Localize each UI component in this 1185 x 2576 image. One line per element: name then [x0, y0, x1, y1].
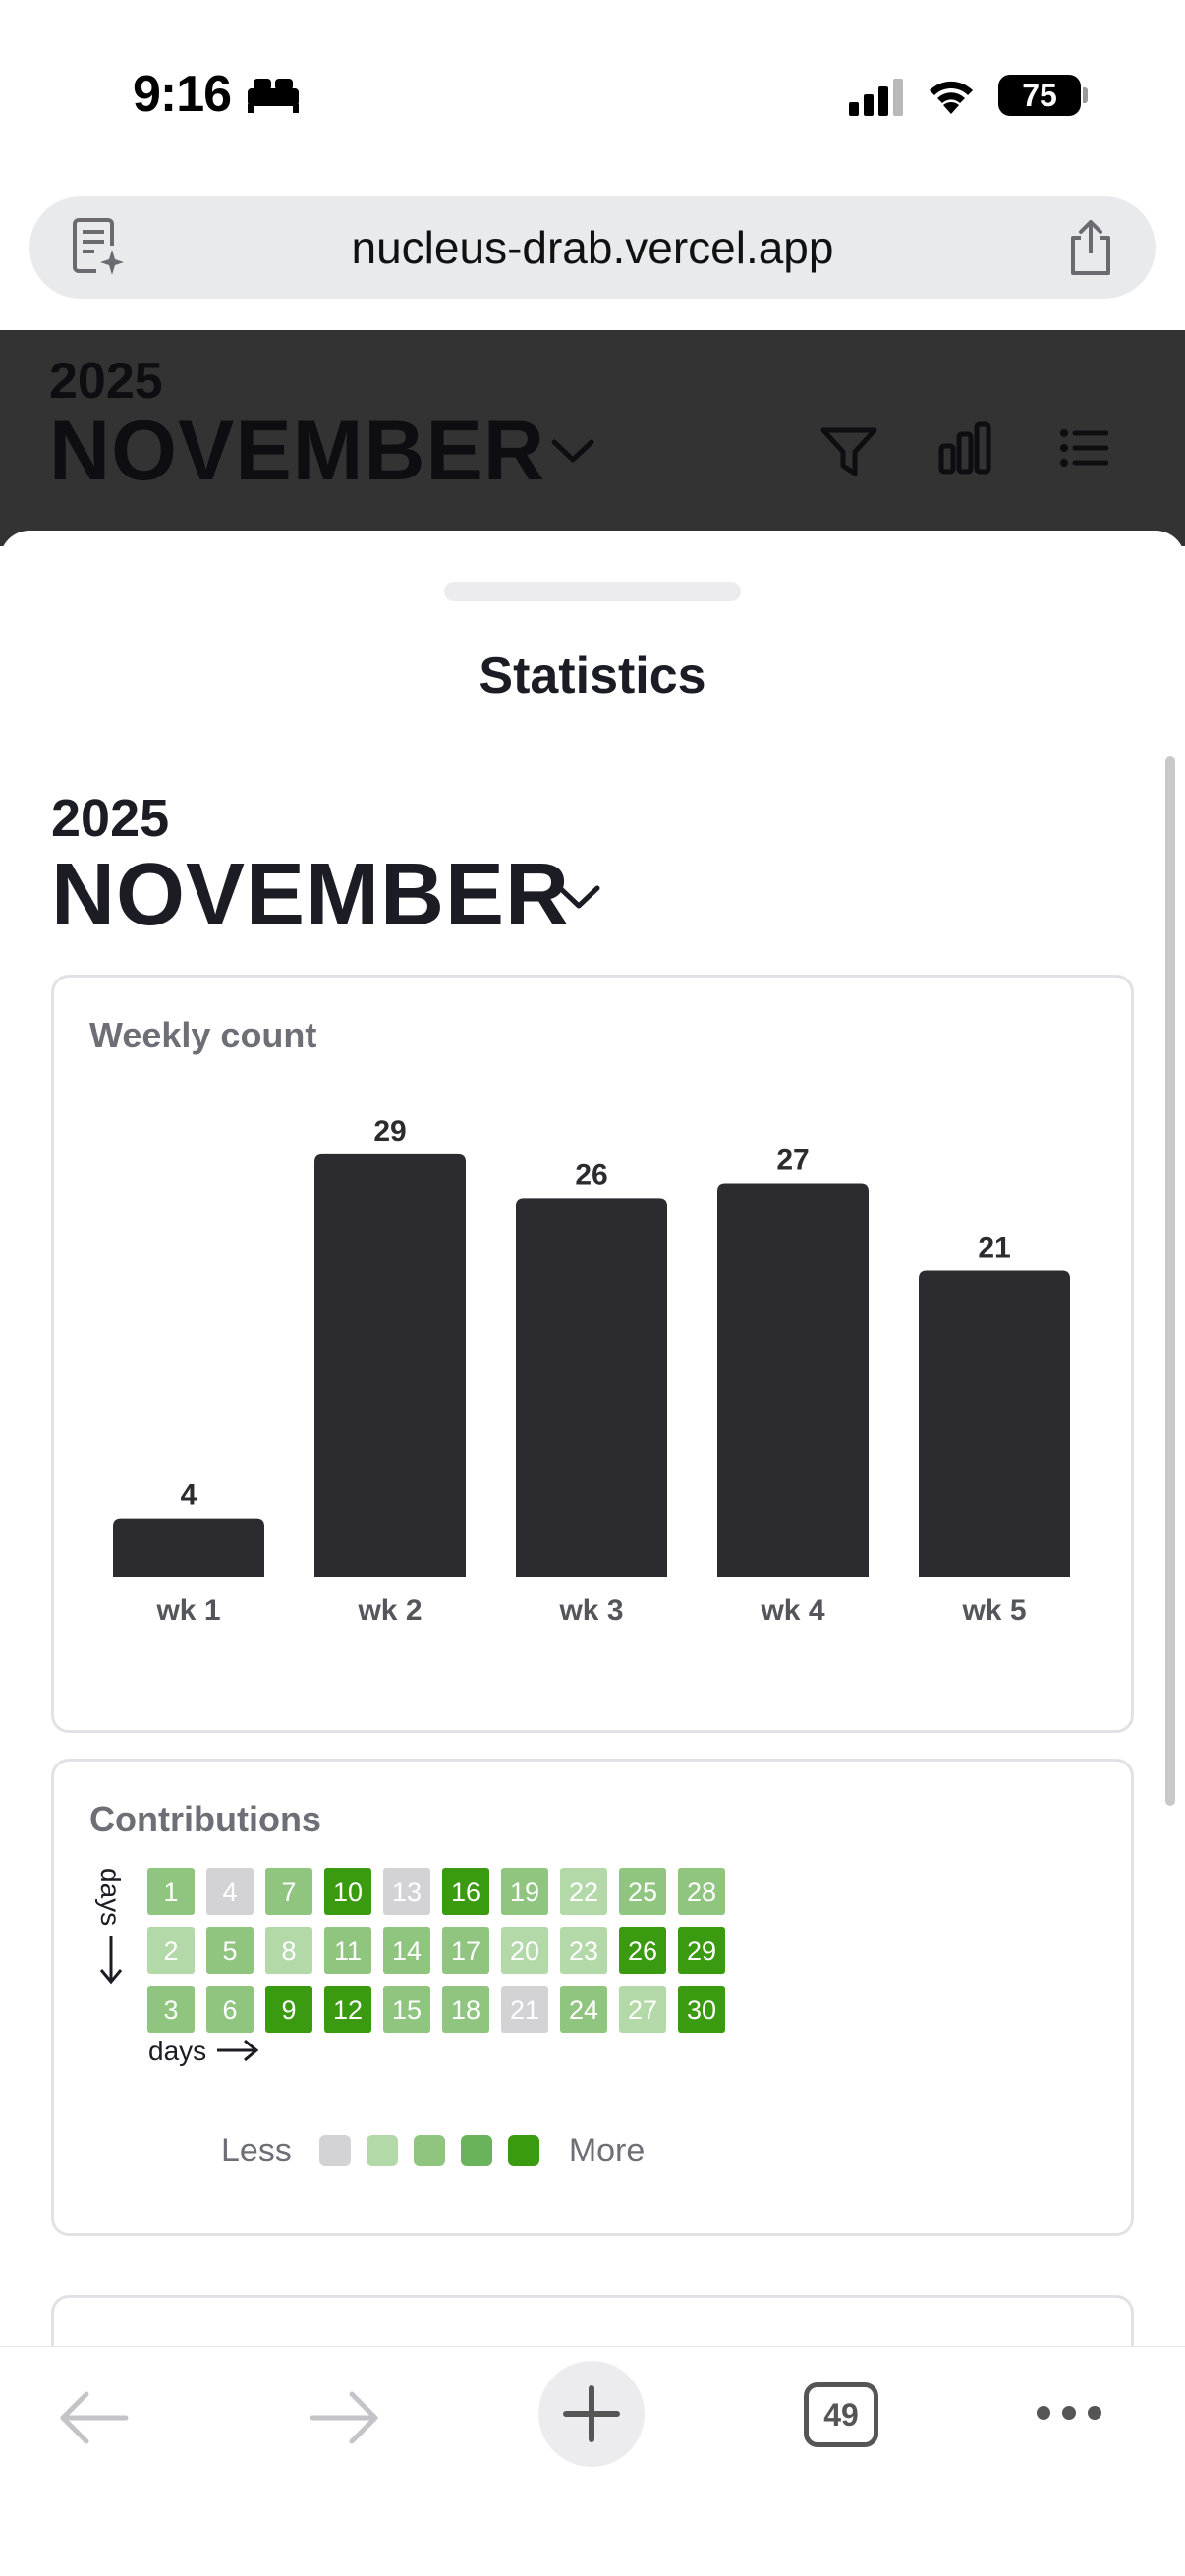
forward-arrow-icon[interactable]	[307, 2388, 381, 2447]
down-arrow-icon	[99, 1936, 123, 1985]
more-icon[interactable]	[1034, 2402, 1104, 2424]
list-icon[interactable]	[1059, 428, 1108, 468]
day-label: 20	[510, 1936, 539, 1966]
bar-value-label: 4	[181, 1480, 198, 1512]
weekly-count-chart: 4 wk 1 29 wk 2 26 wk 3 27 wk 4 21 wk 5	[113, 1115, 1070, 1627]
day-label: 10	[333, 1877, 363, 1907]
day-label: 18	[451, 1995, 480, 2025]
day-label: 3	[163, 1995, 178, 2025]
chevron-down-icon[interactable]	[556, 882, 601, 912]
day-label: 8	[281, 1936, 296, 1966]
legend-more-label: More	[568, 2131, 646, 2169]
contributions-legend: Less More	[221, 2129, 645, 2172]
day-label: 19	[510, 1877, 539, 1907]
y-axis-label: days	[95, 1868, 126, 1926]
day-label: 29	[687, 1936, 716, 1966]
day-label: 5	[222, 1936, 237, 1966]
wifi-icon	[930, 81, 973, 114]
bar-wk-1	[113, 1518, 264, 1577]
day-label: 7	[281, 1877, 296, 1907]
day-label: 16	[451, 1877, 480, 1907]
back-arrow-icon[interactable]	[57, 2388, 132, 2447]
battery-level: 75	[1022, 78, 1057, 113]
legend-swatch-4	[507, 2135, 539, 2166]
chevron-down-icon[interactable]	[550, 436, 595, 466]
day-label: 30	[687, 1995, 716, 2025]
day-label: 6	[222, 1995, 237, 2025]
right-arrow-icon	[217, 2039, 259, 2062]
app-header: 2025 NOVEMBER	[0, 330, 1185, 546]
scrollbar[interactable]	[1165, 756, 1175, 1806]
day-label: 1	[163, 1877, 178, 1907]
url-text[interactable]: nucleus-drab.vercel.app	[29, 196, 1156, 299]
day-label: 24	[569, 1995, 598, 2025]
day-label: 13	[392, 1877, 422, 1907]
legend-swatch-1	[366, 2135, 398, 2166]
next-stats-card	[51, 2295, 1134, 2346]
day-label: 28	[687, 1877, 716, 1907]
day-label: 27	[628, 1995, 657, 2025]
sheet-title: Statistics	[479, 647, 706, 704]
legend-less-label: Less	[221, 2131, 292, 2169]
day-label: 21	[510, 1995, 539, 2025]
sleep-focus-icon	[248, 79, 299, 113]
x-tick-label: wk 3	[558, 1595, 623, 1627]
x-tick-label: wk 2	[357, 1595, 422, 1627]
bar-value-label: 21	[978, 1232, 1010, 1264]
x-tick-label: wk 5	[961, 1595, 1026, 1627]
bar-value-label: 27	[776, 1145, 809, 1177]
day-label: 2	[163, 1936, 178, 1966]
legend-swatches	[318, 2135, 555, 2166]
battery-icon: 75	[998, 75, 1088, 116]
filter-icon[interactable]	[819, 424, 878, 479]
header-month[interactable]: NOVEMBER	[49, 403, 545, 500]
status-time: 9:16	[133, 66, 232, 123]
day-label: 12	[333, 1995, 363, 2025]
day-label: 17	[451, 1936, 480, 1966]
share-icon[interactable]	[1063, 218, 1118, 277]
legend-swatch-0	[318, 2135, 351, 2166]
x-tick-label: wk 4	[760, 1595, 824, 1627]
bar-wk-3	[516, 1198, 667, 1577]
month-selector[interactable]: NOVEMBER	[51, 845, 600, 949]
bar-wk-4	[717, 1183, 869, 1577]
cellular-signal-icon	[849, 79, 903, 116]
statistics-sheet: Statistics 2025 NOVEMBER Weekly count 4w…	[0, 531, 1185, 2346]
x-axis-label: days	[148, 2036, 206, 2066]
header-year: 2025	[49, 353, 163, 410]
contributions-card: Contributions days days 1 2 3 4 5 6 7 8 9 10 11 12 1…	[51, 1759, 1134, 2236]
plus-icon	[563, 2385, 620, 2442]
tabs-button[interactable]: 49	[804, 2382, 878, 2447]
day-label: 23	[569, 1936, 598, 1966]
status-bar: 9:16 75	[0, 0, 1185, 187]
day-label: 4	[222, 1877, 237, 1907]
bar-value-label: 26	[575, 1158, 607, 1191]
sheet-grabber[interactable]	[444, 582, 741, 601]
stats-month[interactable]: NOVEMBER	[51, 845, 570, 946]
day-label: 26	[628, 1936, 657, 1966]
url-bar[interactable]: nucleus-drab.vercel.app	[29, 196, 1156, 299]
day-label: 9	[281, 1995, 296, 2025]
x-tick-label: wk 1	[155, 1595, 220, 1627]
bar-value-label: 29	[373, 1115, 406, 1148]
day-label: 22	[569, 1877, 598, 1907]
day-label: 11	[334, 1936, 362, 1966]
stats-year: 2025	[51, 789, 170, 848]
legend-swatch-3	[460, 2135, 492, 2166]
browser-toolbar: 49	[0, 2346, 1185, 2576]
day-label: 25	[628, 1877, 657, 1907]
day-label: 14	[392, 1936, 422, 1966]
legend-swatch-2	[413, 2135, 445, 2166]
weekly-count-card: Weekly count 4 wk 1 29 wk 2 26 wk 3 27 wk 4 21 wk…	[51, 975, 1134, 1733]
bar-wk-5	[919, 1270, 1070, 1577]
bar-chart-icon[interactable]	[937, 420, 992, 476]
bar-wk-2	[314, 1153, 466, 1577]
day-label: 15	[392, 1995, 422, 2025]
new-tab-button[interactable]	[538, 2361, 645, 2467]
